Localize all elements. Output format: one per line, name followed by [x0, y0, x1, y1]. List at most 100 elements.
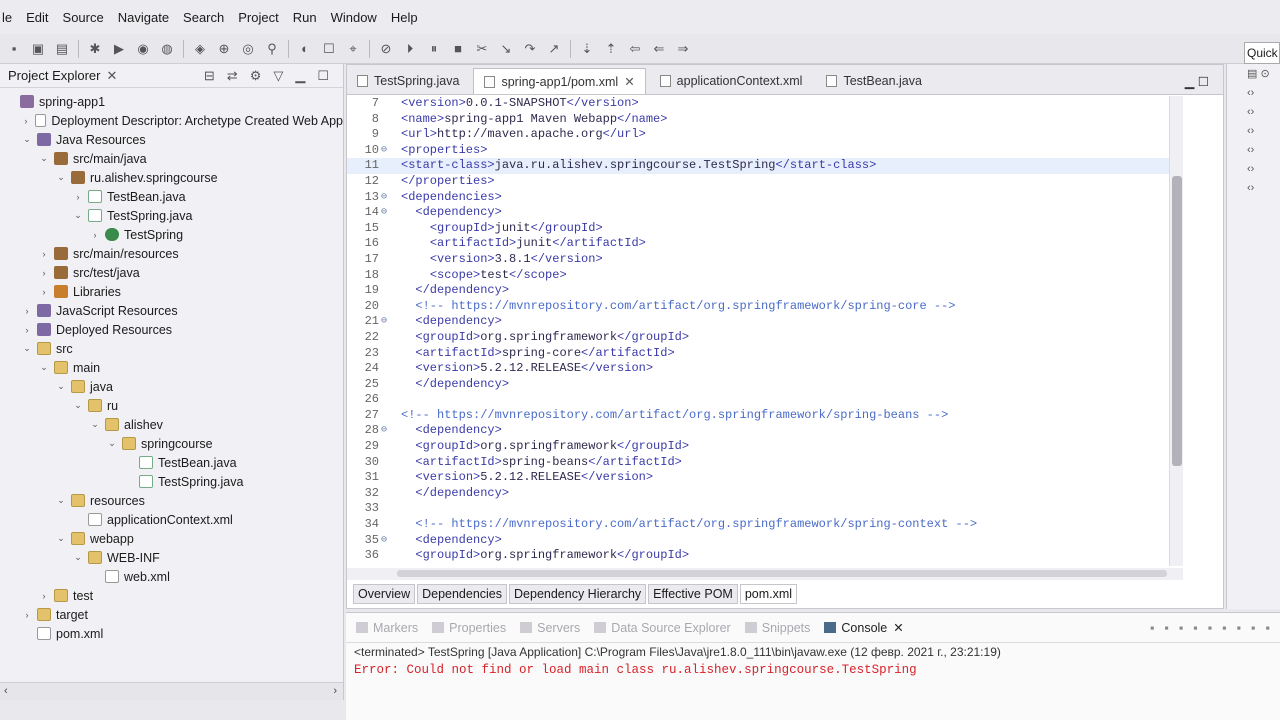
- resume-icon[interactable]: ⏵: [401, 40, 419, 58]
- run-coverage-icon[interactable]: ◉: [134, 40, 152, 58]
- collapsed-chevron-icon[interactable]: ›: [38, 249, 50, 259]
- tree-item[interactable]: › Deployed Resources: [0, 320, 343, 339]
- fold-icon[interactable]: ⊖: [381, 190, 401, 206]
- tree-item[interactable]: TestBean.java: [0, 453, 343, 472]
- outline-item[interactable]: ‹›: [1227, 140, 1280, 159]
- code-line[interactable]: 12 </properties>: [347, 174, 1183, 190]
- pom-tab-dependency-hierarchy[interactable]: Dependency Hierarchy: [509, 584, 647, 604]
- collapsed-chevron-icon[interactable]: ›: [89, 230, 101, 240]
- code-line[interactable]: 34 <!-- https://mvnrepository.com/artifa…: [347, 517, 1183, 533]
- code-line[interactable]: 10 ⊖ <properties>: [347, 143, 1183, 159]
- collapsed-chevron-icon[interactable]: ›: [38, 591, 50, 601]
- pin-console-icon[interactable]: ▪: [1237, 621, 1241, 635]
- tree-item[interactable]: ⌄ ru.alishev.springcourse: [0, 168, 343, 187]
- code-line[interactable]: 26: [347, 392, 1183, 408]
- suspend-icon[interactable]: ⏸: [425, 40, 443, 58]
- expanded-chevron-icon[interactable]: ⌄: [38, 362, 50, 373]
- collapsed-chevron-icon[interactable]: ›: [21, 325, 33, 335]
- link-editor-icon[interactable]: ⇄: [227, 68, 238, 84]
- tree-item[interactable]: › TestBean.java: [0, 187, 343, 206]
- scroll-left-icon[interactable]: ‹: [4, 685, 8, 697]
- new-server-icon[interactable]: ◈: [191, 40, 209, 58]
- outline-item[interactable]: ‹›: [1227, 83, 1280, 102]
- expanded-chevron-icon[interactable]: ⌄: [38, 153, 50, 164]
- code-line[interactable]: 31 <version>5.2.12.RELEASE</version>: [347, 470, 1183, 486]
- code-line[interactable]: 11 <start-class>java.ru.alishev.springcou…: [347, 158, 1183, 174]
- pom-tab-pom-xml[interactable]: pom.xml: [739, 584, 798, 604]
- fold-icon[interactable]: ⊖: [381, 314, 401, 330]
- collapsed-chevron-icon[interactable]: ›: [38, 287, 50, 297]
- menu-item-le[interactable]: le: [2, 10, 12, 25]
- tree-item[interactable]: › Libraries: [0, 282, 343, 301]
- view-menu-icon[interactable]: ▽: [273, 68, 283, 84]
- step-return-icon[interactable]: ↗: [545, 40, 563, 58]
- code-line[interactable]: 24 <version>5.2.12.RELEASE</version>: [347, 361, 1183, 377]
- back-icon[interactable]: ⇐: [650, 40, 668, 58]
- fold-icon[interactable]: ⊖: [381, 143, 401, 159]
- pin-icon[interactable]: ⌖: [344, 40, 362, 58]
- skip-breakpoints-icon[interactable]: ⊘: [377, 40, 395, 58]
- globe-icon[interactable]: ◐: [296, 40, 314, 58]
- tree-item[interactable]: › test: [0, 586, 343, 605]
- explorer-horizontal-scrollbar[interactable]: ‹ ›: [0, 682, 343, 700]
- tree-item[interactable]: › src/test/java: [0, 263, 343, 282]
- tree-item[interactable]: ⌄ main: [0, 358, 343, 377]
- tree-item[interactable]: › TestSpring: [0, 225, 343, 244]
- editor-tab[interactable]: TestSpring.java: [347, 68, 469, 94]
- collapsed-chevron-icon[interactable]: ›: [21, 306, 33, 316]
- tree-item[interactable]: › JavaScript Resources: [0, 301, 343, 320]
- collapsed-chevron-icon[interactable]: ›: [72, 192, 84, 202]
- remove-all-icon[interactable]: ▪: [1179, 621, 1183, 635]
- filter-icon[interactable]: ⚙: [250, 68, 262, 84]
- editor-tab[interactable]: applicationContext.xml: [650, 68, 813, 94]
- tree-item[interactable]: › Deployment Descriptor: Archetype Create…: [0, 111, 343, 130]
- expanded-chevron-icon[interactable]: ⌄: [72, 400, 84, 411]
- remove-launch-icon[interactable]: ▪: [1165, 621, 1169, 635]
- outline-item[interactable]: ‹›: [1227, 178, 1280, 197]
- outline-item[interactable]: ‹›: [1227, 159, 1280, 178]
- menu-item-project[interactable]: Project: [238, 10, 278, 25]
- expanded-chevron-icon[interactable]: ⌄: [55, 381, 67, 392]
- new-project-icon[interactable]: ⊕: [215, 40, 233, 58]
- console-tab-console[interactable]: Console ✕: [824, 620, 904, 635]
- code-line[interactable]: 23 <artifactId>spring-core</artifactId>: [347, 346, 1183, 362]
- code-line[interactable]: 14 ⊖ <dependency>: [347, 205, 1183, 221]
- expanded-chevron-icon[interactable]: ⌄: [89, 419, 101, 430]
- collapse-all-icon[interactable]: ⊟: [204, 68, 215, 84]
- maximize-icon[interactable]: ☐: [317, 68, 329, 84]
- close-icon[interactable]: ✕: [893, 620, 903, 635]
- code-line[interactable]: 20 <!-- https://mvnrepository.com/artifa…: [347, 299, 1183, 315]
- editor-maximize-icon[interactable]: ▁ ☐: [1175, 68, 1219, 94]
- save-icon[interactable]: ▣: [29, 40, 47, 58]
- expanded-chevron-icon[interactable]: ⌄: [55, 533, 67, 544]
- search-icon[interactable]: ⚲: [263, 40, 281, 58]
- collapsed-chevron-icon[interactable]: ›: [21, 610, 33, 620]
- scroll-right-icon[interactable]: ›: [333, 685, 337, 697]
- tree-item[interactable]: ⌄ ru: [0, 396, 343, 415]
- new-icon[interactable]: ▪: [5, 40, 23, 58]
- last-edit-icon[interactable]: ⇦: [626, 40, 644, 58]
- scrollbar-thumb[interactable]: [397, 570, 1167, 577]
- tree-item[interactable]: applicationContext.xml: [0, 510, 343, 529]
- code-line[interactable]: 35 ⊖ <dependency>: [347, 533, 1183, 549]
- console-tab-markers[interactable]: Markers: [356, 621, 418, 635]
- scrollbar-thumb[interactable]: [1172, 176, 1182, 466]
- menu-item-window[interactable]: Window: [331, 10, 377, 25]
- console-tab-snippets[interactable]: Snippets: [744, 621, 810, 635]
- code-line[interactable]: 16 <artifactId>junit</artifactId>: [347, 236, 1183, 252]
- tree-item[interactable]: ⌄ webapp: [0, 529, 343, 548]
- tree-item[interactable]: ⌄ WEB-INF: [0, 548, 343, 567]
- tree-item[interactable]: › target: [0, 605, 343, 624]
- pom-tab-overview[interactable]: Overview: [353, 584, 416, 604]
- minimize-icon[interactable]: ▁: [295, 68, 305, 84]
- code-line[interactable]: 21 ⊖ <dependency>: [347, 314, 1183, 330]
- code-line[interactable]: 19 </dependency>: [347, 283, 1183, 299]
- fold-icon[interactable]: ⊖: [381, 205, 401, 221]
- expanded-chevron-icon[interactable]: ⌄: [72, 552, 84, 563]
- menu-item-edit[interactable]: Edit: [26, 10, 48, 25]
- task-icon[interactable]: ☐: [320, 40, 338, 58]
- tree-item[interactable]: ⌄ Java Resources: [0, 130, 343, 149]
- tree-item[interactable]: pom.xml: [0, 624, 343, 643]
- collapsed-chevron-icon[interactable]: ›: [21, 116, 31, 126]
- disconnect-icon[interactable]: ✂: [473, 40, 491, 58]
